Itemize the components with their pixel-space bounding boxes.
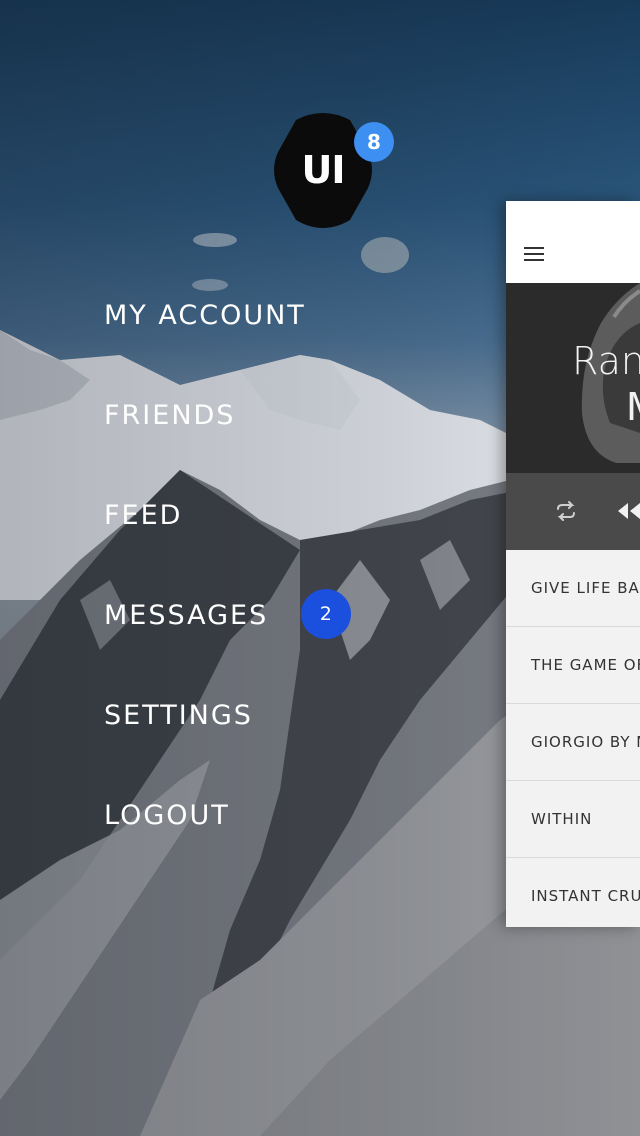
repeat-icon[interactable] [554, 501, 578, 521]
menu-item-label: FEED [104, 500, 183, 531]
menu-item-messages[interactable]: MESSAGES 2 [104, 588, 351, 642]
song-row[interactable]: GIORGIO BY M [506, 704, 640, 781]
song-title: INSTANT CRU [531, 887, 640, 905]
menu-item-label: MY ACCOUNT [104, 300, 306, 331]
song-list: GIVE LIFE BAC THE GAME OF GIORGIO BY M W… [506, 550, 640, 927]
menu-item-friends[interactable]: FRIENDS [104, 390, 235, 442]
menu-item-my-account[interactable]: MY ACCOUNT [104, 290, 306, 342]
messages-count-badge: 2 [300, 588, 351, 639]
song-title: GIVE LIFE BAC [531, 579, 640, 597]
rewind-icon[interactable] [616, 501, 640, 521]
song-title: WITHIN [531, 810, 593, 828]
menu-item-logout[interactable]: LOGOUT [104, 790, 230, 842]
menu-item-label: MESSAGES [104, 600, 269, 631]
song-title: GIORGIO BY M [531, 733, 640, 751]
app-logo[interactable]: UI 8 [268, 112, 394, 230]
menu-item-label: SETTINGS [104, 700, 253, 731]
notification-badge: 8 [354, 122, 394, 162]
panel-header [506, 201, 640, 283]
song-row[interactable]: INSTANT CRU [506, 858, 640, 927]
main-content-panel[interactable]: Ran M GIVE LIFE BAC THE GAME OF GIORGIO … [506, 201, 640, 927]
song-row[interactable]: WITHIN [506, 781, 640, 858]
menu-item-settings[interactable]: SETTINGS [104, 690, 253, 742]
menu-item-label: FRIENDS [104, 400, 236, 431]
menu-item-feed[interactable]: FEED [104, 490, 182, 542]
hero-title-line2: M [626, 385, 640, 429]
song-title: THE GAME OF [531, 656, 640, 674]
hamburger-icon[interactable] [524, 247, 546, 263]
menu-item-label: LOGOUT [104, 800, 230, 831]
song-row[interactable]: THE GAME OF [506, 627, 640, 704]
album-hero: Ran M [506, 283, 640, 473]
player-controls [506, 473, 640, 550]
song-row[interactable]: GIVE LIFE BAC [506, 550, 640, 627]
hero-title-line1: Ran [572, 339, 640, 383]
